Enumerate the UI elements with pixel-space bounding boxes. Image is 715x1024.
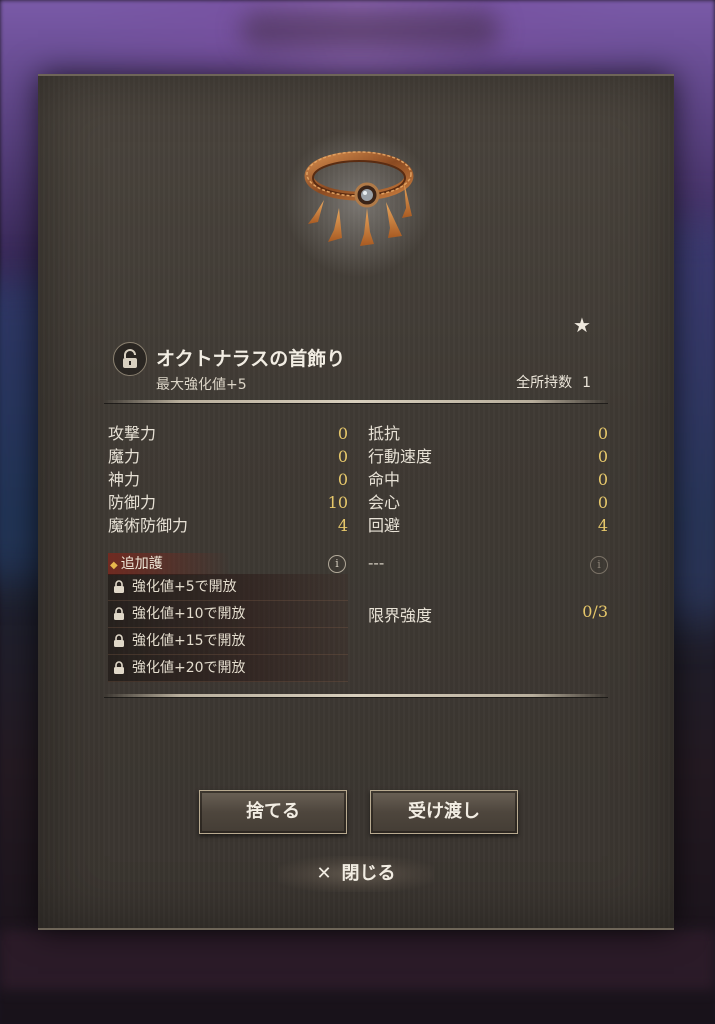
diamond-icon: ◆ <box>110 560 118 571</box>
stat-label: 魔力 <box>108 447 141 466</box>
stat-value: 0 <box>597 424 608 443</box>
lock-icon <box>108 580 130 594</box>
lock-icon <box>108 607 130 621</box>
unlock-text: 強化値+10で開放 <box>132 606 246 622</box>
unlock-list: 強化値+5で開放 強化値+10で開放 強化値+15で開放 強化値+20で開放 <box>108 574 348 682</box>
transfer-button[interactable]: 受け渡し <box>370 790 518 834</box>
stats-right-column: 抵抗 0 行動速度 0 命中 0 会心 0 回避 4 <box>368 422 608 537</box>
item-name: オクトナラスの首飾り <box>156 348 346 370</box>
favorite-star-icon[interactable]: ★ <box>573 313 591 337</box>
stat-row: 抵抗 0 <box>368 422 608 445</box>
extra-protection-header: ◆ 追加護 i <box>108 553 348 575</box>
stat-value: 10 <box>327 493 348 512</box>
extra-protection-title: ◆ 追加護 <box>108 553 230 575</box>
stat-label: 防御力 <box>108 493 157 512</box>
unlock-text: 強化値+5で開放 <box>132 579 237 595</box>
owned-count: 全所持数 1 <box>516 372 591 392</box>
discard-button[interactable]: 捨てる <box>199 790 347 834</box>
unlock-row: 強化値+5で開放 <box>108 574 348 601</box>
stat-value: 4 <box>597 516 608 535</box>
background-blur <box>240 10 500 50</box>
stats-left-column: 攻撃力 0 魔力 0 神力 0 防御力 10 魔術防御力 4 <box>108 422 348 537</box>
stat-value: 0 <box>597 447 608 466</box>
owned-number: 1 <box>582 375 591 391</box>
stat-row: 防御力 10 <box>108 491 348 514</box>
lock-icon <box>108 634 130 648</box>
stat-value: 4 <box>337 516 348 535</box>
stat-label: 命中 <box>368 470 401 489</box>
section-divider <box>104 400 608 403</box>
limit-strength-value: 0/3 <box>582 602 608 621</box>
stat-label: 魔術防御力 <box>108 516 189 535</box>
stat-row: 命中 0 <box>368 468 608 491</box>
stat-label: 行動速度 <box>368 447 433 466</box>
stat-row: 神力 0 <box>108 468 348 491</box>
unlock-text: 強化値+15で開放 <box>132 633 246 649</box>
stat-row: 行動速度 0 <box>368 445 608 468</box>
info-icon-disabled: i <box>590 556 608 574</box>
close-icon: ✕ <box>316 863 332 884</box>
stat-row: 攻撃力 0 <box>108 422 348 445</box>
unlock-row: 強化値+20で開放 <box>108 655 348 682</box>
info-icon[interactable]: i <box>328 555 346 573</box>
extra-right-placeholder: --- <box>368 554 385 572</box>
owned-label: 全所持数 <box>516 375 573 391</box>
background-menu-bar <box>0 930 715 990</box>
stat-label: 神力 <box>108 470 141 489</box>
stat-label: 抵抗 <box>368 424 401 443</box>
unlock-text: 強化値+20で開放 <box>132 660 246 676</box>
unlock-icon <box>123 349 137 368</box>
stat-row: 魔力 0 <box>108 445 348 468</box>
stat-label: 攻撃力 <box>108 424 157 443</box>
close-label: 閉じる <box>341 863 396 884</box>
stat-value: 0 <box>337 470 348 489</box>
stat-value: 0 <box>337 447 348 466</box>
stat-row: 回避 4 <box>368 514 608 537</box>
extra-title-text: 追加護 <box>120 556 163 572</box>
item-detail-dialog: ★ オクトナラスの首飾り 最大強化値+5 全所持数 1 攻撃力 0 魔力 0 神力 0 … <box>38 74 674 930</box>
max-enhance-label: 最大強化値+5 <box>156 377 247 393</box>
limit-strength-label: 限界強度 <box>368 606 433 625</box>
unlock-row: 強化値+10で開放 <box>108 601 348 628</box>
stat-label: 会心 <box>368 493 401 512</box>
stat-label: 回避 <box>368 516 401 535</box>
stat-row: 会心 0 <box>368 491 608 514</box>
stat-value: 0 <box>337 424 348 443</box>
necklace-item-icon <box>304 151 414 246</box>
close-button[interactable]: ✕ 閉じる <box>278 856 434 892</box>
section-divider <box>104 694 608 697</box>
stat-value: 0 <box>597 493 608 512</box>
stat-row: 魔術防御力 4 <box>108 514 348 537</box>
unlock-row: 強化値+15で開放 <box>108 628 348 655</box>
lock-icon <box>108 661 130 675</box>
lock-toggle-button[interactable] <box>113 342 147 376</box>
stat-value: 0 <box>597 470 608 489</box>
